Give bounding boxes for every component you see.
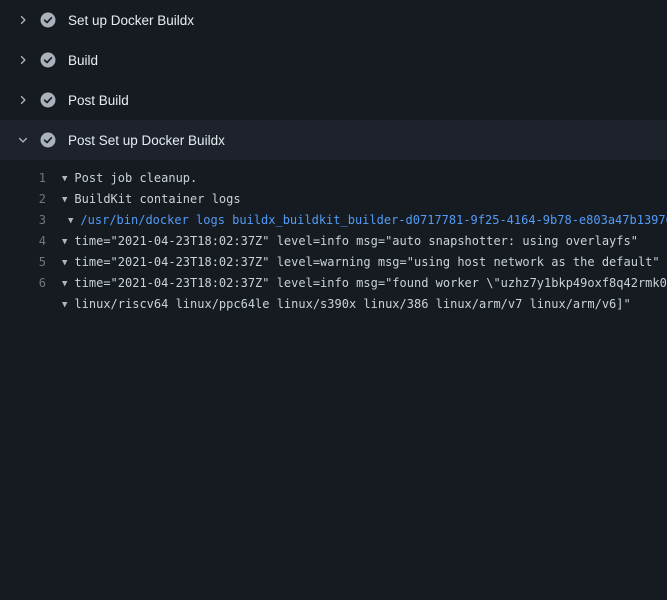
triangle-down-icon[interactable]: ▼ (68, 211, 73, 231)
log-text: linux/riscv64 linux/ppc64le linux/s390x … (74, 297, 630, 311)
step-label: Set up Docker Buildx (68, 13, 194, 28)
check-circle-icon (40, 12, 56, 28)
log-line: 5 ▼ time="2021-04-23T18:02:37Z" level=war… (0, 252, 667, 273)
log-text: /usr/bin/docker logs buildx_buildkit_bui… (80, 213, 667, 227)
log-text: BuildKit container logs (74, 192, 240, 206)
step-header-set-up-docker-buildx[interactable]: Set up Docker Buildx (0, 0, 667, 40)
log-line: 2 ▼ BuildKit container logs (0, 189, 667, 210)
log-line: 6 ▼ time="2021-04-23T18:02:37Z" level=inf… (0, 273, 667, 294)
triangle-down-icon[interactable]: ▼ (62, 274, 67, 294)
triangle-down-icon[interactable]: ▼ (62, 295, 67, 315)
log-line: 1 ▼ Post job cleanup. (0, 168, 667, 189)
log-text: time="2021-04-23T18:02:37Z" level=warnin… (74, 255, 659, 269)
line-number[interactable]: 2 (0, 189, 46, 210)
log-line: 3 ▼ /usr/bin/docker logs buildx_buildkit_… (0, 210, 667, 231)
triangle-down-icon[interactable]: ▼ (62, 253, 67, 273)
check-circle-icon (40, 92, 56, 108)
chevron-down-icon (16, 133, 30, 147)
line-number[interactable]: 5 (0, 252, 46, 273)
triangle-down-icon[interactable]: ▼ (62, 190, 67, 210)
log-line: ▼ linux/riscv64 linux/ppc64le linux/s390x… (0, 294, 667, 600)
step-header-post-set-up-docker-buildx[interactable]: Post Set up Docker Buildx (0, 120, 667, 160)
line-number[interactable]: 3 (0, 210, 46, 231)
step-list: Set up Docker Buildx Build Post Build (0, 0, 667, 160)
log-text: time="2021-04-23T18:02:37Z" level=info m… (74, 276, 667, 290)
line-number[interactable]: 6 (0, 273, 46, 294)
check-circle-icon (40, 52, 56, 68)
step-label: Post Set up Docker Buildx (68, 133, 225, 148)
chevron-right-icon (16, 13, 30, 27)
triangle-down-icon[interactable]: ▼ (62, 232, 67, 252)
step-label: Build (68, 53, 98, 68)
triangle-down-icon[interactable]: ▼ (62, 169, 67, 189)
line-number[interactable]: 4 (0, 231, 46, 252)
chevron-right-icon (16, 93, 30, 107)
line-number[interactable]: 1 (0, 168, 46, 189)
log-viewer: 1 ▼Post job cleanup. 2 ▼BuildKit contain… (0, 160, 667, 600)
log-line: 4 ▼ time="2021-04-23T18:02:37Z" level=inf… (0, 231, 667, 252)
chevron-right-icon (16, 53, 30, 67)
step-label: Post Build (68, 93, 129, 108)
line-number[interactable] (0, 294, 46, 600)
step-header-post-build[interactable]: Post Build (0, 80, 667, 120)
step-header-build[interactable]: Build (0, 40, 667, 80)
log-text: Post job cleanup. (74, 171, 197, 185)
log-text: time="2021-04-23T18:02:37Z" level=info m… (74, 234, 638, 248)
check-circle-icon (40, 132, 56, 148)
actions-log-panel: Set up Docker Buildx Build Post Build (0, 0, 667, 600)
